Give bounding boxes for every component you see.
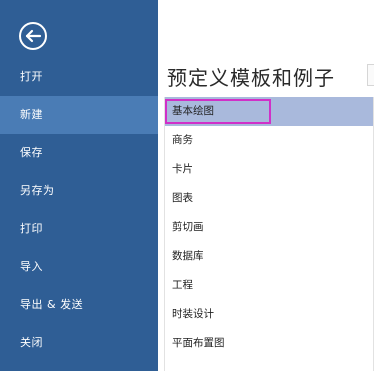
menu-item-save[interactable]: 保存 — [0, 134, 158, 172]
menu-item-close[interactable]: 关闭 — [0, 324, 158, 362]
template-category-cards[interactable]: 卡片 — [165, 155, 373, 184]
template-category-database[interactable]: 数据库 — [165, 242, 373, 271]
template-category-clipart[interactable]: 剪切画 — [165, 213, 373, 242]
template-category-charts[interactable]: 图表 — [165, 184, 373, 213]
menu-item-save-as[interactable]: 另存为 — [0, 172, 158, 210]
menu-item-new[interactable]: 新建 — [0, 96, 158, 134]
template-category-basic-drawing[interactable]: 基本绘图 — [165, 97, 373, 126]
template-category-fashion-design[interactable]: 时装设计 — [165, 300, 373, 329]
menu-item-import[interactable]: 导入 — [0, 248, 158, 286]
template-category-business[interactable]: 商务 — [165, 126, 373, 155]
template-category-panel: 基本绘图 商务 卡片 图表 剪切画 数据库 工程 时装设计 平面布置图 — [164, 97, 374, 371]
back-arrow-icon[interactable] — [18, 21, 48, 51]
sidebar-menu: 打开 新建 保存 另存为 打印 导入 导出 & 发送 关闭 — [0, 58, 158, 362]
page-title: 预定义模板和例子 — [167, 66, 335, 90]
backstage-sidebar: 打开 新建 保存 另存为 打印 导入 导出 & 发送 关闭 — [0, 0, 158, 371]
template-category-list: 基本绘图 商务 卡片 图表 剪切画 数据库 工程 时装设计 平面布置图 — [165, 97, 373, 358]
template-category-floor-plan[interactable]: 平面布置图 — [165, 329, 373, 358]
menu-item-open[interactable]: 打开 — [0, 58, 158, 96]
side-panel-edge — [367, 64, 374, 86]
menu-item-print[interactable]: 打印 — [0, 210, 158, 248]
template-category-engineering[interactable]: 工程 — [165, 271, 373, 300]
menu-item-export-send[interactable]: 导出 & 发送 — [0, 286, 158, 324]
